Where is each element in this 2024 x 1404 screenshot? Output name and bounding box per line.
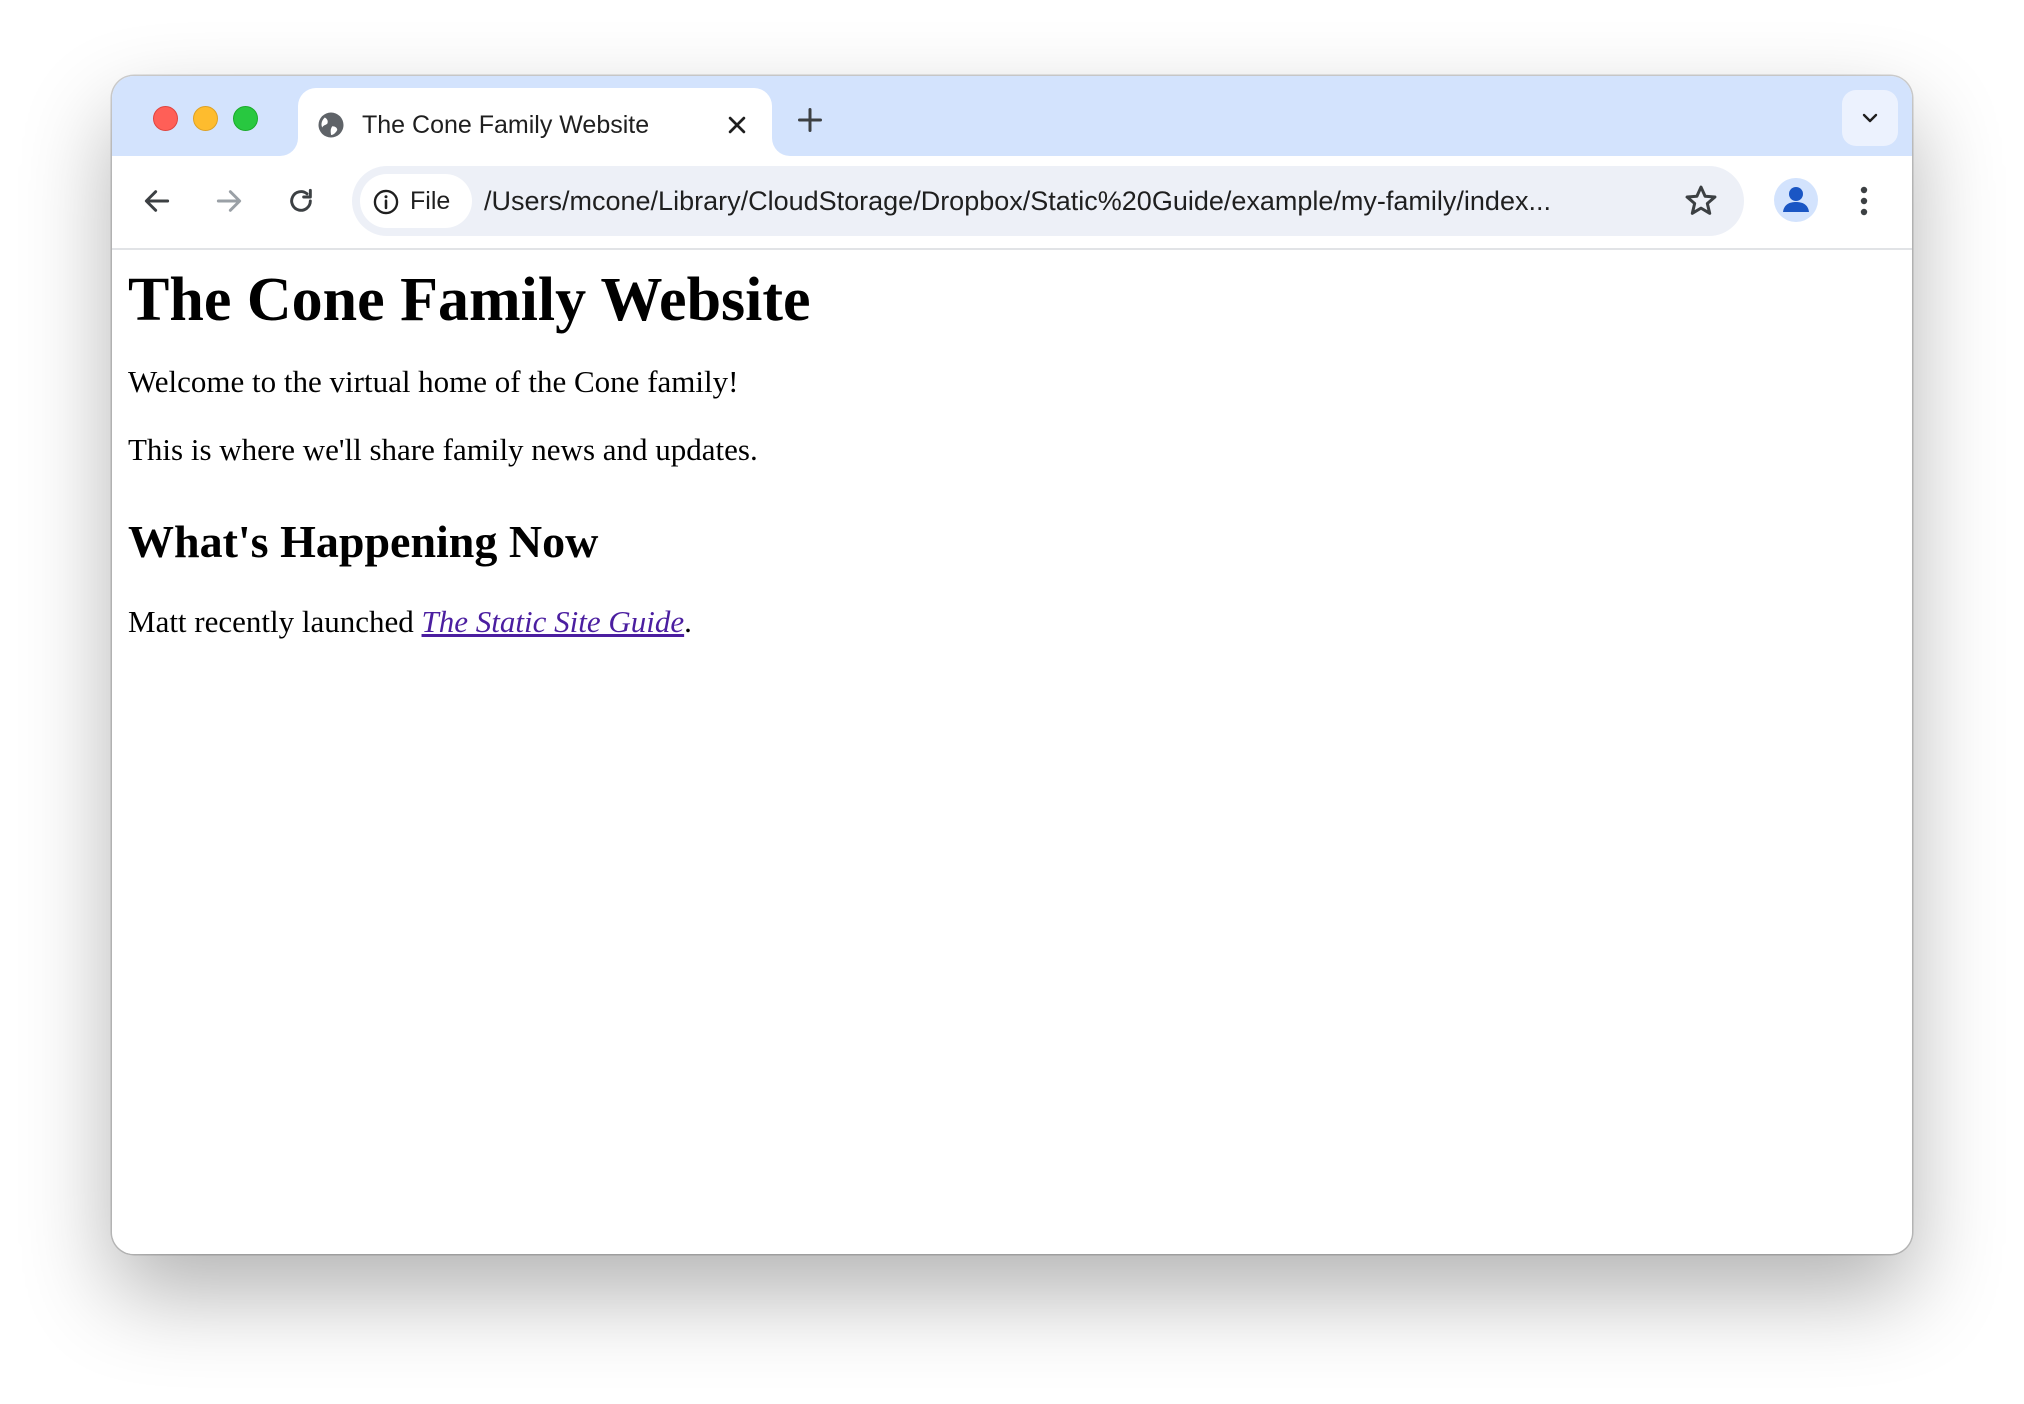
- reload-icon: [290, 188, 312, 212]
- info-icon: [373, 189, 399, 215]
- tab-active[interactable]: The Cone Family Website: [298, 88, 772, 156]
- page-content: The Cone Family Website Welcome to the v…: [112, 250, 1912, 1254]
- address-bar[interactable]: File /Users/mcone/Library/CloudStorage/D…: [352, 166, 1744, 236]
- news-paragraph: Matt recently launched The Static Site G…: [128, 602, 692, 642]
- section-heading: What's Happening Now: [128, 516, 599, 567]
- news-suffix: .: [684, 604, 692, 639]
- tab-title: The Cone Family Website: [362, 111, 650, 139]
- plus-icon[interactable]: [792, 102, 828, 138]
- chevron-down-icon: [1862, 113, 1878, 123]
- back-button[interactable]: [132, 176, 182, 226]
- person-icon: [1783, 187, 1809, 212]
- arrow-left-icon: [144, 190, 170, 212]
- maximize-window-button[interactable]: [233, 106, 258, 131]
- star-icon[interactable]: [1682, 182, 1720, 220]
- page-title: The Cone Family Website: [128, 266, 811, 334]
- static-site-guide-link[interactable]: The Static Site Guide: [422, 604, 685, 639]
- description-paragraph: This is where we'll share family news an…: [128, 432, 758, 467]
- site-info-button[interactable]: File: [360, 174, 472, 228]
- close-window-button[interactable]: [153, 106, 178, 131]
- intro-paragraph: Welcome to the virtual home of the Cone …: [128, 364, 739, 399]
- tab-search-button[interactable]: [1842, 90, 1898, 146]
- minimize-window-button[interactable]: [193, 106, 218, 131]
- globe-icon: [316, 110, 346, 140]
- news-prefix: Matt recently launched: [128, 604, 422, 639]
- forward-button[interactable]: [204, 176, 254, 226]
- tab-strip: The Cone Family Website: [112, 76, 1912, 156]
- close-icon[interactable]: [722, 110, 752, 140]
- kebab-menu-icon[interactable]: [1844, 176, 1884, 226]
- reload-button[interactable]: [276, 176, 326, 226]
- url-text[interactable]: /Users/mcone/Library/CloudStorage/Dropbo…: [484, 166, 1634, 236]
- browser-window: The Cone Family Website File /Users/mcon…: [112, 76, 1912, 1254]
- browser-toolbar: File /Users/mcone/Library/CloudStorage/D…: [112, 156, 1912, 250]
- site-info-label: File: [410, 187, 451, 215]
- arrow-right-icon: [216, 190, 242, 212]
- profile-button[interactable]: [1774, 178, 1818, 222]
